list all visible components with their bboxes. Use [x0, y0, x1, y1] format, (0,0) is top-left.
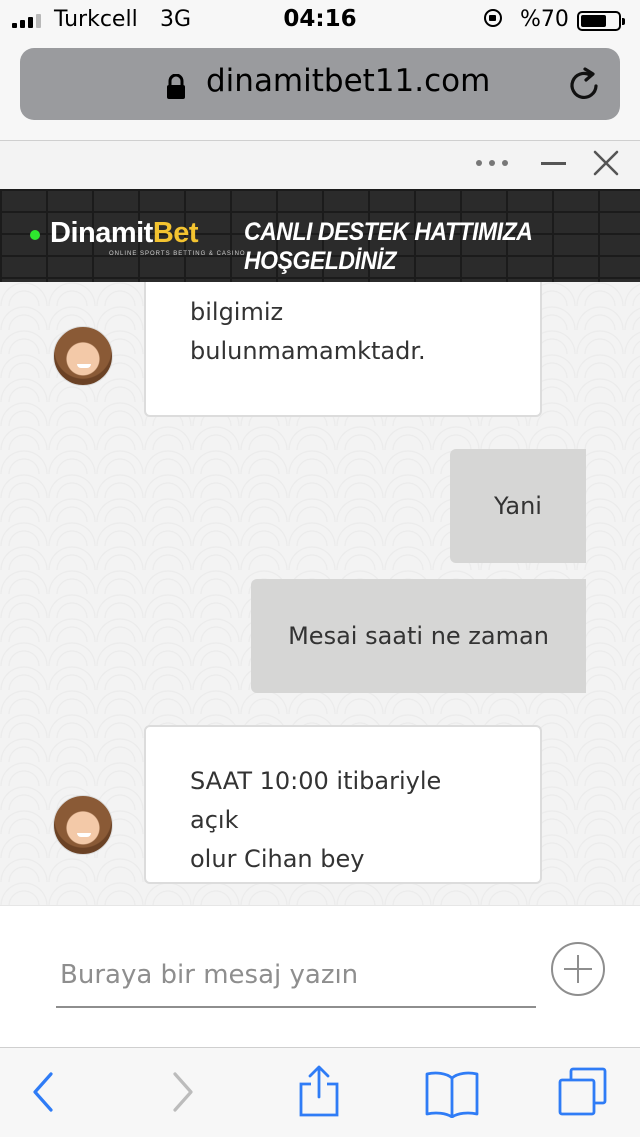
- agent-message: SAAT 10:00 itibariyle açık olur Cihan be…: [144, 725, 542, 884]
- battery-icon: [577, 11, 625, 31]
- share-icon[interactable]: [298, 1064, 340, 1118]
- lock-icon: [167, 74, 185, 99]
- url-text[interactable]: dinamitbet11.com: [206, 63, 490, 99]
- brand-logo: DinamitBet: [50, 217, 199, 249]
- user-message: Mesai saati ne zaman: [251, 579, 586, 693]
- bookmarks-icon[interactable]: [424, 1070, 480, 1118]
- agent-avatar: [53, 795, 113, 855]
- more-dots-icon[interactable]: [476, 153, 516, 173]
- message-input[interactable]: [56, 944, 536, 1008]
- browser-toolbar: [0, 1047, 640, 1137]
- status-bar: Turkcell 3G 04:16 %70: [0, 0, 640, 40]
- online-dot-icon: [30, 230, 40, 240]
- reload-icon[interactable]: [568, 66, 602, 102]
- tabs-icon[interactable]: [557, 1066, 609, 1118]
- minimize-icon[interactable]: [541, 162, 566, 165]
- forward-icon[interactable]: [170, 1070, 196, 1114]
- agent-avatar: [53, 326, 113, 386]
- attach-plus-icon[interactable]: [551, 942, 605, 996]
- back-icon[interactable]: [30, 1070, 56, 1114]
- message-line: SAAT 10:00 itibariyle açık: [190, 767, 442, 834]
- battery-percent: %70: [520, 7, 569, 32]
- user-message: Yani: [450, 449, 586, 563]
- browser-address-area: dinamitbet11.com: [0, 40, 640, 141]
- message-composer: [0, 905, 640, 1048]
- welcome-text: CANLI DESTEK HATTIMIZA HOŞGELDİNİZ: [244, 218, 532, 275]
- close-icon[interactable]: [592, 149, 620, 177]
- rotation-lock-icon: [484, 9, 502, 27]
- message-line: bilgimiz: [190, 298, 284, 326]
- welcome-banner: DinamitBet ONLINE SPORTS BETTING & CASIN…: [0, 189, 640, 282]
- brand-tagline: ONLINE SPORTS BETTING & CASINO: [109, 251, 246, 257]
- message-list[interactable]: bilgimiz bulunmamamktadr. Yani Mesai saa…: [0, 282, 640, 905]
- agent-message: bilgimiz bulunmamamktadr.: [144, 282, 542, 417]
- message-text: Mesai saati ne zaman: [288, 621, 549, 650]
- address-bar[interactable]: dinamitbet11.com: [20, 48, 620, 120]
- message-line: olur Cihan bey: [190, 845, 365, 873]
- message-text: Yani: [494, 491, 542, 520]
- message-line: bulunmamamktadr.: [190, 337, 426, 365]
- chat-header: [0, 141, 640, 189]
